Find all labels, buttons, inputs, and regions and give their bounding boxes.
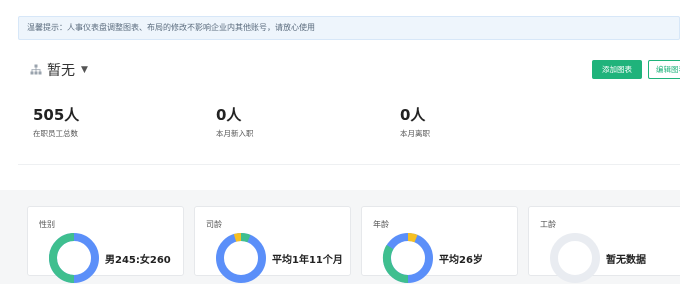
org-selector[interactable]: 暂无 ▼ bbox=[30, 60, 88, 80]
notice-banner: 温馨提示：人事仪表盘调整图表、布局的修改不影响企业内其他账号，请放心使用 bbox=[18, 16, 680, 40]
org-name: 暂无 bbox=[47, 63, 75, 79]
card-value: 暂无数据 bbox=[606, 255, 646, 266]
card-title: 性别 bbox=[39, 220, 55, 229]
tenure-card[interactable]: 司龄 平均1年11个月 bbox=[194, 206, 351, 283]
stat-value: 0人 bbox=[400, 106, 426, 124]
card-title: 司龄 bbox=[206, 220, 222, 229]
notice-text: 温馨提示：人事仪表盘调整图表、布局的修改不影响企业内其他账号，请放心使用 bbox=[27, 23, 315, 32]
dashboard-panel: 温馨提示：人事仪表盘调整图表、布局的修改不影响企业内其他账号，请放心使用 暂无 … bbox=[0, 0, 680, 190]
stat-total-employees: 505人 在职员工总数 bbox=[33, 107, 79, 139]
org-tree-icon bbox=[30, 64, 42, 75]
stat-label: 本月新入职 bbox=[216, 129, 254, 138]
edit-layout-button[interactable]: 编辑图表 bbox=[648, 60, 680, 79]
stat-departures: 0人 本月离职 bbox=[400, 107, 430, 139]
stat-new-hires: 0人 本月新入职 bbox=[216, 107, 254, 139]
divider bbox=[18, 164, 680, 165]
gender-donut-chart bbox=[49, 233, 99, 283]
work-years-donut-chart bbox=[550, 233, 600, 283]
stat-value: 505人 bbox=[33, 106, 80, 124]
caret-down-icon: ▼ bbox=[81, 65, 88, 75]
card-title: 年龄 bbox=[373, 220, 389, 229]
stat-value: 0人 bbox=[216, 106, 242, 124]
card-value: 平均26岁 bbox=[439, 255, 483, 266]
tenure-donut-chart bbox=[216, 233, 266, 283]
card-value: 平均1年11个月 bbox=[272, 255, 343, 266]
work-years-card[interactable]: 工龄 暂无数据 bbox=[528, 206, 680, 283]
card-title: 工龄 bbox=[540, 220, 556, 229]
card-value: 男245:女260 bbox=[105, 255, 171, 266]
age-donut-chart bbox=[382, 233, 433, 284]
stat-label: 在职员工总数 bbox=[33, 129, 78, 138]
stat-label: 本月离职 bbox=[400, 129, 430, 138]
add-chart-button[interactable]: 添加图表 bbox=[592, 60, 642, 79]
age-card[interactable]: 年龄 平均26岁 bbox=[361, 206, 518, 284]
gender-card[interactable]: 性别 男245:女260 bbox=[27, 206, 184, 283]
